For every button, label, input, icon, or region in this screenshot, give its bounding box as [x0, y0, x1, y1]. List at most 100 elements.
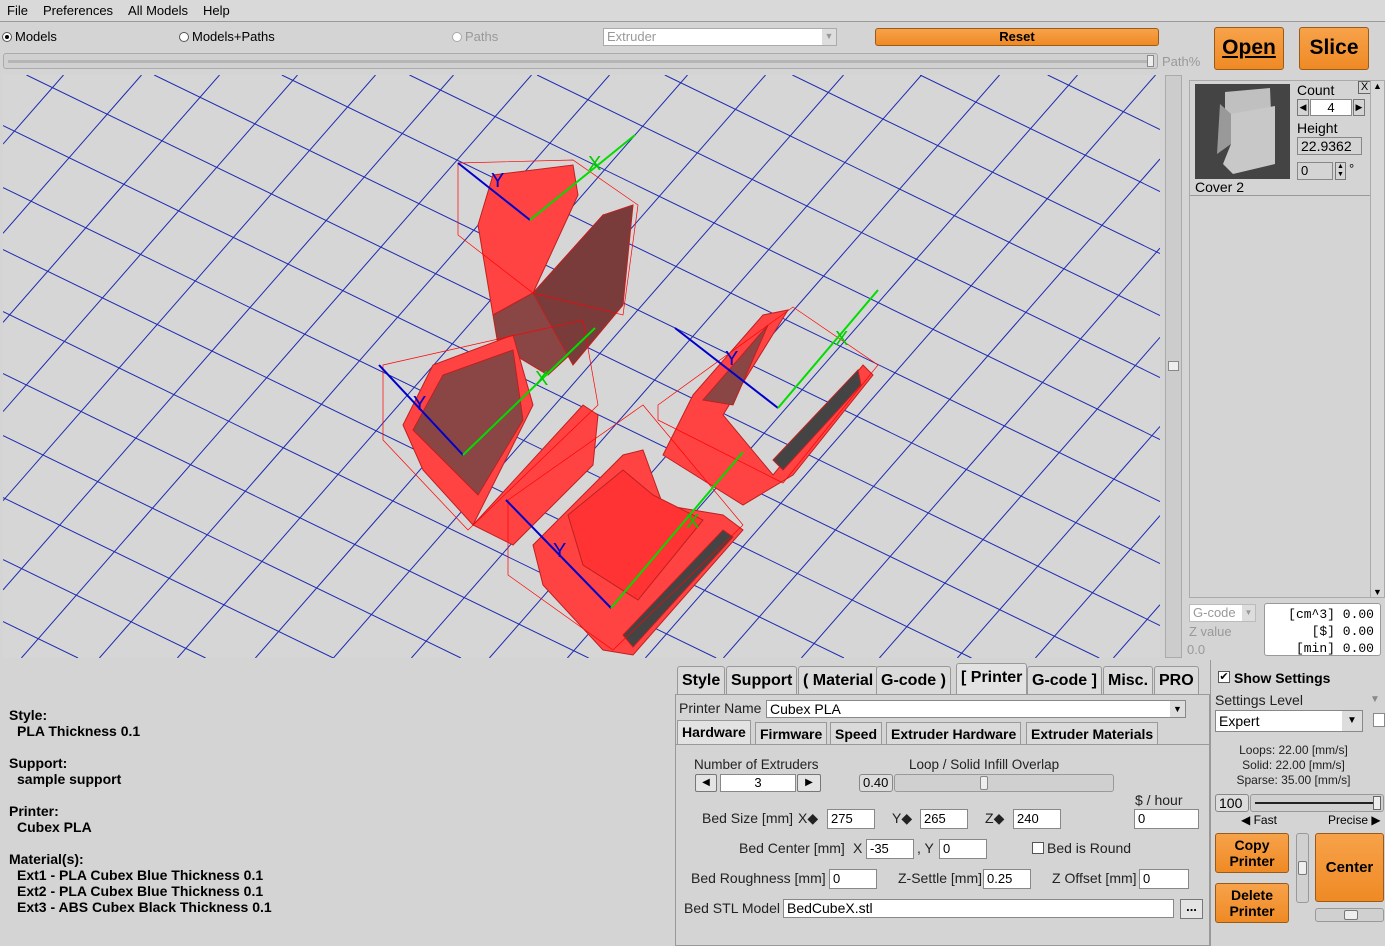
model-name: Cover 2 [1195, 179, 1245, 195]
speed-summary: Loops: 22.00 [mm/s] Solid: 22.00 [mm/s] Sp… [1236, 743, 1351, 787]
slice-button[interactable]: Slice [1299, 27, 1369, 70]
subtab-extruder-materials[interactable]: Extruder Materials [1026, 722, 1159, 744]
tab-material[interactable]: ( Material [798, 666, 879, 694]
model-item[interactable]: Cover 2 Count X ◀ 4 ▶ Height 2540 22.936… [1190, 81, 1371, 196]
radio-paths[interactable]: Paths [452, 29, 498, 44]
chevron-down-icon: ▼ [1342, 711, 1362, 731]
tab-gcode-close[interactable]: G-code ] [1027, 666, 1102, 694]
quality-slider[interactable] [1250, 794, 1384, 812]
cost-input[interactable]: 0 [1134, 809, 1199, 829]
settings-tabs-panel: Style Support ( Material G-code ) [ Prin… [675, 663, 1210, 946]
gcode-select[interactable]: G-code ▼ [1189, 604, 1256, 622]
tab-misc[interactable]: Misc. [1103, 666, 1154, 694]
tab-style[interactable]: Style [677, 666, 726, 694]
tab-support[interactable]: Support [726, 666, 798, 694]
resize-arrows-icon: ◆ [901, 810, 913, 826]
zsettle-label: Z-Settle [mm] [898, 870, 983, 886]
model-list: Cover 2 Count X ◀ 4 ▶ Height 2540 22.936… [1189, 80, 1372, 598]
bed-x-input[interactable]: 275 [827, 809, 875, 829]
subtab-hardware[interactable]: Hardware [677, 720, 751, 744]
axis-x-label: X [835, 328, 848, 350]
bed-z-input[interactable]: 240 [1013, 809, 1061, 829]
count-increase-button[interactable]: ▶ [1353, 99, 1365, 116]
count-decrease-button[interactable]: ◀ [1297, 99, 1309, 116]
summary-support: Support: sample support [9, 755, 122, 787]
slider-handle[interactable] [1373, 796, 1381, 810]
stl-input[interactable]: BedCubeX.stl [783, 899, 1174, 918]
scroll-up-icon[interactable]: ▲ [1371, 81, 1384, 91]
menu-file[interactable]: File [0, 0, 36, 21]
viewport-vertical-slider[interactable] [1165, 75, 1182, 658]
scroll-down-icon[interactable]: ▼ [1371, 587, 1384, 597]
tab-gcode-open[interactable]: G-code ) [876, 666, 951, 694]
arrow-left-icon: ◀ [1241, 813, 1254, 827]
extruders-increase-button[interactable]: ▶ [797, 774, 821, 792]
menu-all-models[interactable]: All Models [121, 0, 196, 21]
arrow-right-icon: ▶ [1368, 813, 1381, 827]
zoffset-input[interactable]: 0 [1139, 869, 1189, 889]
menu-help[interactable]: Help [196, 0, 238, 21]
slider-handle[interactable] [980, 776, 988, 790]
extruder-select[interactable]: Extruder ▼ [603, 28, 837, 46]
bed-size-label: Bed Size [mm] [702, 810, 794, 826]
radio-models[interactable]: Models [2, 29, 57, 44]
num-extruders-label: Number of Extruders [694, 757, 819, 772]
bed-y-input[interactable]: 265 [920, 809, 968, 829]
path-slider-handle[interactable] [1147, 55, 1154, 67]
horizontal-mini-slider[interactable] [1315, 908, 1384, 922]
subtab-speed[interactable]: Speed [830, 722, 883, 744]
roughness-label: Bed Roughness [mm] [691, 870, 826, 886]
zsettle-input[interactable]: 0.25 [983, 869, 1031, 889]
vertical-mini-slider[interactable] [1296, 833, 1309, 903]
advanced-checkbox[interactable] [1373, 713, 1385, 727]
open-button[interactable]: Open [1214, 27, 1284, 70]
3d-viewport[interactable]: Y X Y X Y X Y X [3, 75, 1160, 658]
overlap-slider[interactable] [894, 774, 1114, 792]
bed-round-checkbox[interactable] [1032, 842, 1044, 854]
settings-summary: Style: PLA Thickness 0.1 Support: sample s… [9, 707, 272, 915]
count-input[interactable]: 4 [1310, 99, 1352, 116]
menu-bar: File Preferences All Models Help [0, 0, 1385, 22]
gcode-select-value: G-code [1193, 605, 1236, 620]
stats-box: [cm^3] 0.00 [$] 0.00 [min] 0.00 [1264, 603, 1381, 656]
summary-printer: Printer: Cubex PLA [9, 803, 92, 835]
center-button[interactable]: Center [1315, 833, 1384, 902]
copy-printer-button[interactable]: Copy Printer [1215, 833, 1289, 873]
menu-preferences[interactable]: Preferences [36, 0, 121, 21]
bed-center-label: Bed Center [mm] [739, 840, 845, 856]
count-label: Count [1297, 82, 1335, 98]
show-settings-checkbox[interactable]: ✔ [1218, 671, 1230, 683]
chevron-down-icon: ▼ [1170, 701, 1185, 717]
bed-center-y-input[interactable]: 0 [939, 839, 987, 859]
tab-pro[interactable]: PRO [1154, 666, 1199, 694]
collapse-triangle-icon[interactable]: ▼ [1370, 694, 1380, 705]
extruders-decrease-button[interactable]: ◀ [695, 774, 717, 792]
slider-handle[interactable] [1168, 361, 1179, 371]
num-extruders-input[interactable]: 3 [720, 774, 796, 792]
path-slider[interactable] [3, 53, 1158, 69]
subtab-extruder-hardware[interactable]: Extruder Hardware [886, 722, 1022, 744]
rotation-spinner[interactable]: ▲ ▼ [1335, 162, 1346, 180]
center-x-label: X [853, 840, 863, 856]
bed-x-label: X◆ [798, 810, 819, 826]
axis-y-label: Y [553, 540, 566, 562]
roughness-input[interactable]: 0 [829, 869, 877, 889]
resize-arrows-icon: ◆ [993, 810, 1005, 826]
reset-button[interactable]: Reset [875, 28, 1159, 46]
delete-printer-button[interactable]: Delete Printer [1215, 883, 1289, 923]
tab-printer[interactable]: [ Printer [956, 663, 1028, 694]
settings-level-select[interactable]: Expert ▼ [1215, 710, 1363, 732]
axis-y-label: Y [725, 348, 738, 370]
model-list-scrollbar[interactable]: ▲ ▼ [1370, 80, 1385, 598]
bed-center-x-input[interactable]: -35 [866, 839, 914, 859]
height-input[interactable]: 22.9362 [1297, 137, 1362, 155]
subtab-firmware[interactable]: Firmware [755, 722, 828, 744]
rotation-input[interactable]: 0 [1297, 162, 1333, 180]
summary-materials: Material(s): Ext1 - PLA Cubex Blue Thickn… [9, 851, 272, 915]
center-y-label: , Y [917, 840, 934, 856]
printer-name-select[interactable]: Cubex PLA ▼ [766, 700, 1186, 718]
axis-x-label: X [686, 511, 699, 533]
browse-button[interactable]: ... [1180, 899, 1203, 919]
radio-models-paths[interactable]: Models+Paths [179, 29, 275, 44]
precise-label: Precise ▶ [1328, 813, 1381, 827]
